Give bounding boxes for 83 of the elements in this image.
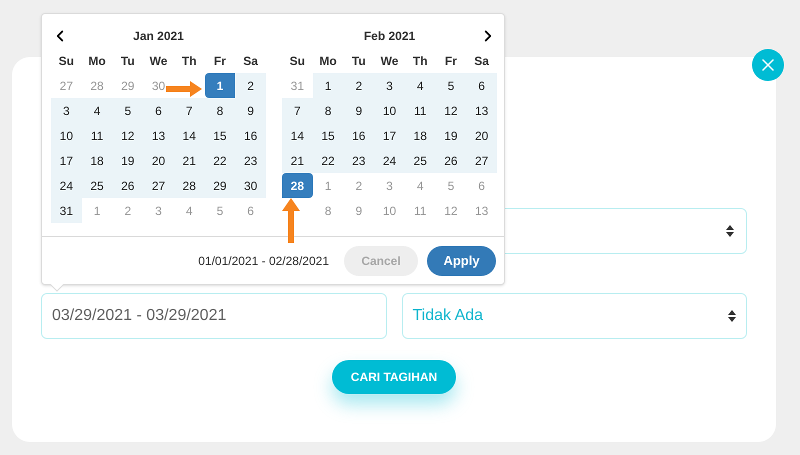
day-cell[interactable]: 2 — [343, 73, 374, 98]
day-cell[interactable]: 13 — [466, 98, 497, 123]
arrow-icon — [282, 198, 300, 243]
sort-icon — [726, 225, 734, 237]
weekday-label: Tu — [120, 52, 135, 70]
day-cell[interactable]: 19 — [436, 123, 466, 148]
weekday-label: Tu — [352, 52, 366, 70]
day-cell[interactable]: 17 — [374, 123, 405, 148]
day-cell[interactable]: 8 — [204, 98, 236, 123]
weekday-label: Su — [290, 52, 306, 70]
day-cell[interactable]: 28 — [282, 173, 313, 198]
day-cell[interactable]: 24 — [51, 173, 82, 198]
day-cell[interactable]: 26 — [112, 173, 144, 198]
day-cell[interactable]: 25 — [404, 148, 436, 173]
day-cell[interactable]: 10 — [374, 98, 405, 123]
day-cell[interactable]: 21 — [282, 148, 313, 173]
day-cell[interactable]: 1 — [312, 73, 344, 98]
day-cell[interactable]: 18 — [404, 123, 436, 148]
day-cell[interactable]: 21 — [174, 148, 205, 173]
day-cell[interactable]: 2 — [235, 73, 266, 98]
day-cell[interactable]: 20 — [143, 148, 174, 173]
weekday-label: Fr — [444, 52, 457, 70]
day-cell[interactable]: 16 — [235, 123, 266, 148]
weekday-label: Sa — [474, 52, 489, 70]
day-cell[interactable]: 22 — [204, 148, 236, 173]
day-cell[interactable]: 11 — [404, 98, 436, 123]
day-cell[interactable]: 15 — [312, 123, 344, 148]
selected-range-text: 01/01/2021 - 02/28/2021 — [198, 252, 329, 270]
weekday-label: Su — [58, 52, 74, 70]
day-cell[interactable]: 1 — [204, 73, 236, 98]
day-cell[interactable]: 11 — [82, 123, 112, 148]
weekday-label: We — [150, 52, 168, 70]
weekday-label: Mo — [88, 52, 106, 70]
day-cell[interactable]: 9 — [235, 98, 266, 123]
day-cell[interactable]: 28 — [174, 173, 205, 198]
day-cell[interactable]: 6 — [466, 73, 497, 98]
day-cell[interactable]: 23 — [343, 148, 374, 173]
day-cell[interactable]: 12 — [112, 123, 144, 148]
day-cell[interactable]: 4 — [82, 98, 112, 123]
day-cell[interactable]: 30 — [235, 173, 266, 198]
day-cell[interactable]: 14 — [174, 123, 205, 148]
day-cell[interactable]: 15 — [204, 123, 236, 148]
day-cell[interactable]: 5 — [112, 98, 144, 123]
day-cell[interactable]: 8 — [312, 98, 344, 123]
day-cell[interactable]: 31 — [51, 198, 82, 223]
day-cell[interactable]: 27 — [466, 148, 497, 173]
month-title: Jan 2021 — [133, 28, 184, 45]
day-cell[interactable]: 22 — [312, 148, 344, 173]
arrow-icon — [166, 81, 202, 97]
weekday-label: Th — [412, 52, 428, 70]
day-cell[interactable]: 12 — [436, 98, 466, 123]
day-cell[interactable]: 14 — [282, 123, 313, 148]
day-cell[interactable]: 9 — [343, 98, 374, 123]
day-cell[interactable]: 6 — [143, 98, 174, 123]
day-cell[interactable]: 7 — [282, 98, 313, 123]
day-cell[interactable]: 4 — [404, 73, 436, 98]
day-cell[interactable]: 7 — [174, 98, 205, 123]
apply-button[interactable]: Apply — [427, 246, 496, 276]
day-cell[interactable]: 17 — [51, 148, 82, 173]
date-range-value: 03/29/2021 - 03/29/2021 — [52, 304, 376, 328]
day-cell[interactable]: 5 — [436, 73, 466, 98]
day-cell[interactable]: 3 — [374, 73, 405, 98]
day-cell[interactable]: 19 — [112, 148, 144, 173]
weekday-label: We — [380, 52, 398, 70]
day-cell[interactable]: 24 — [374, 148, 405, 173]
month-title: Feb 2021 — [364, 28, 416, 45]
day-cell[interactable]: 29 — [204, 173, 236, 198]
weekday-label: Mo — [319, 52, 337, 70]
day-cell[interactable]: 20 — [466, 123, 497, 148]
day-cell[interactable]: 13 — [143, 123, 174, 148]
day-cell[interactable]: 10 — [51, 123, 82, 148]
day-cell[interactable]: 16 — [343, 123, 374, 148]
day-cell[interactable]: 3 — [51, 98, 82, 123]
day-cell[interactable]: 23 — [235, 148, 266, 173]
weekday-label: Th — [182, 52, 197, 70]
day-cell[interactable]: 25 — [82, 173, 112, 198]
weekday-label: Fr — [214, 52, 226, 70]
sort-icon — [728, 310, 736, 322]
day-cell[interactable]: 26 — [436, 148, 466, 173]
day-cell[interactable]: 27 — [143, 173, 174, 198]
weekday-label: Sa — [243, 52, 258, 70]
date-range-field[interactable]: 03/29/2021 - 03/29/2021 — [41, 293, 386, 339]
day-cell[interactable]: 18 — [82, 148, 112, 173]
